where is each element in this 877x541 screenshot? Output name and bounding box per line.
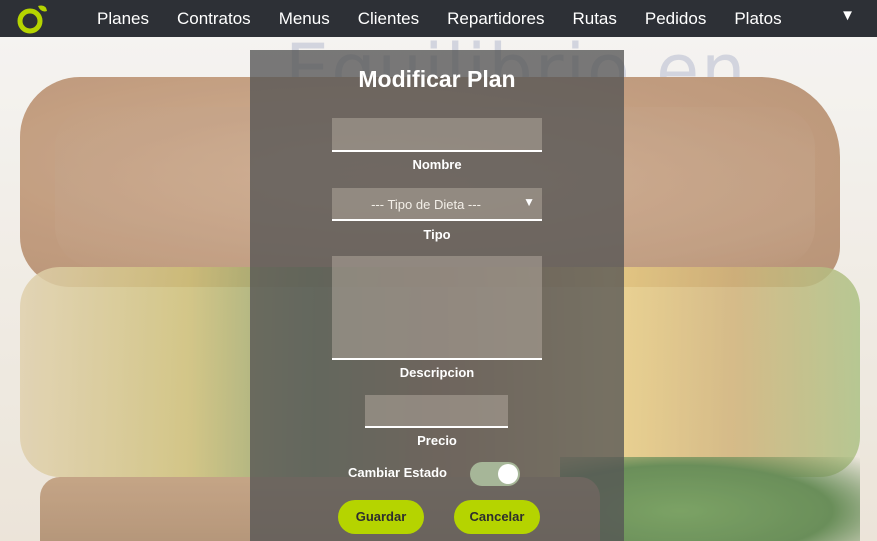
precio-label: Precio: [417, 433, 457, 448]
brand-logo-icon[interactable]: [16, 2, 50, 34]
toggle-knob: [498, 464, 518, 484]
modify-plan-form: Modificar Plan Nombre --- Tipo de Dieta …: [250, 50, 624, 541]
nombre-input[interactable]: [332, 118, 542, 150]
tipo-label: Tipo: [423, 227, 451, 242]
tipo-dieta-select[interactable]: --- Tipo de Dieta --- ▼: [332, 188, 542, 221]
page-title: Modificar Plan: [358, 66, 516, 92]
top-navbar: Planes Contratos Menus Clientes Repartid…: [0, 0, 877, 37]
precio-field[interactable]: [365, 395, 508, 428]
cancelar-button[interactable]: Cancelar: [454, 500, 540, 534]
descripcion-label: Descripcion: [399, 365, 475, 380]
tipo-dieta-selected: --- Tipo de Dieta ---: [371, 197, 481, 212]
descripcion-textarea[interactable]: [332, 256, 542, 358]
nombre-label: Nombre: [412, 157, 462, 172]
precio-input[interactable]: [365, 395, 508, 426]
nav-menu: Planes Contratos Menus Clientes Repartid…: [83, 0, 796, 37]
nav-item-rutas[interactable]: Rutas: [558, 9, 630, 29]
descripcion-field[interactable]: [332, 256, 542, 360]
guardar-button[interactable]: Guardar: [338, 500, 424, 534]
estado-label: Cambiar Estado: [348, 465, 447, 480]
chevron-down-icon[interactable]: ▼: [840, 7, 855, 24]
nombre-field[interactable]: [332, 118, 542, 152]
nav-item-contratos[interactable]: Contratos: [163, 9, 265, 29]
nav-item-planes[interactable]: Planes: [83, 9, 163, 29]
chevron-down-icon: ▼: [523, 195, 535, 209]
estado-toggle[interactable]: [470, 462, 520, 486]
nav-item-repartidores[interactable]: Repartidores: [433, 9, 558, 29]
nav-item-clientes[interactable]: Clientes: [344, 9, 433, 29]
nav-item-pedidos[interactable]: Pedidos: [631, 9, 720, 29]
nav-item-menus[interactable]: Menus: [265, 9, 344, 29]
nav-item-platos[interactable]: Platos: [720, 9, 795, 29]
